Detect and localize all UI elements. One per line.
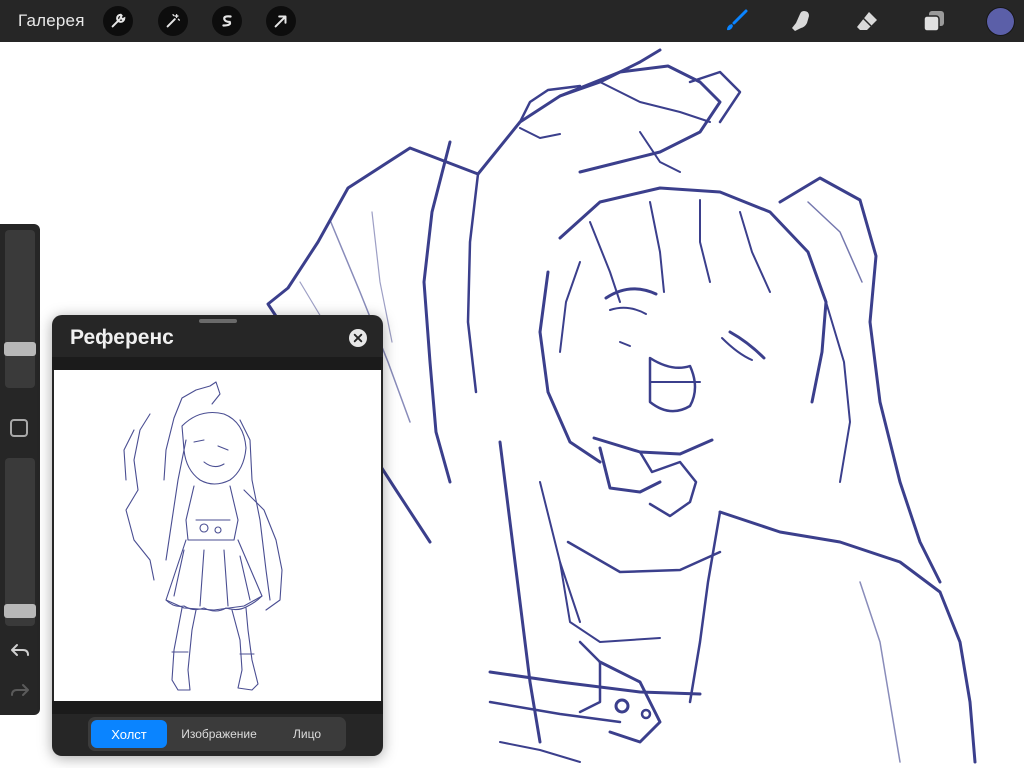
reference-mode-segmented-control: Холст Изображение Лицо <box>88 717 346 751</box>
smudge-finger-icon <box>792 11 809 31</box>
eraser-tool-button[interactable] <box>853 7 881 35</box>
panel-footer-divider <box>52 701 383 714</box>
tab-face[interactable]: Лицо <box>271 720 343 748</box>
brush-size-thumb[interactable] <box>4 342 36 357</box>
tab-canvas[interactable]: Холст <box>91 720 167 748</box>
redo-arrow-icon[interactable] <box>9 682 31 700</box>
arrow-cursor-icon <box>274 15 287 28</box>
color-swatch-button[interactable] <box>987 8 1014 35</box>
opacity-thumb[interactable] <box>4 604 36 619</box>
procreate-app: Галерея Референс Холст Изображение Лицо <box>0 0 1024 768</box>
top-toolbar: Галерея <box>0 0 1024 42</box>
panel-drag-handle[interactable] <box>199 319 237 323</box>
close-icon <box>353 333 363 343</box>
panel-divider <box>52 357 383 370</box>
brush-tool-button[interactable] <box>722 7 750 35</box>
selection-s-icon <box>222 15 232 27</box>
eraser-icon <box>857 12 877 30</box>
adjust-effects-button[interactable] <box>158 6 188 36</box>
left-sidebar <box>0 224 40 715</box>
transform-button[interactable] <box>266 6 296 36</box>
reference-title: Референс <box>70 326 174 349</box>
undo-arrow-icon[interactable] <box>9 642 31 660</box>
reference-preview <box>54 370 381 701</box>
magic-wand-icon <box>166 14 180 28</box>
brush-icon <box>727 9 748 31</box>
opacity-slider[interactable] <box>4 458 36 626</box>
tab-image[interactable]: Изображение <box>171 720 267 748</box>
gallery-button[interactable]: Галерея <box>18 11 85 31</box>
adjustments-button[interactable] <box>103 6 133 36</box>
wrench-icon <box>111 13 126 28</box>
layers-tool-button[interactable] <box>920 7 948 35</box>
brush-size-slider[interactable] <box>4 230 36 388</box>
smudge-tool-button[interactable] <box>787 7 815 35</box>
close-button[interactable] <box>349 329 367 347</box>
selection-button[interactable] <box>212 6 242 36</box>
modify-button[interactable] <box>10 419 28 437</box>
layers-icon <box>923 11 944 32</box>
reference-panel: Референс Холст Изображение Лицо <box>52 315 383 756</box>
